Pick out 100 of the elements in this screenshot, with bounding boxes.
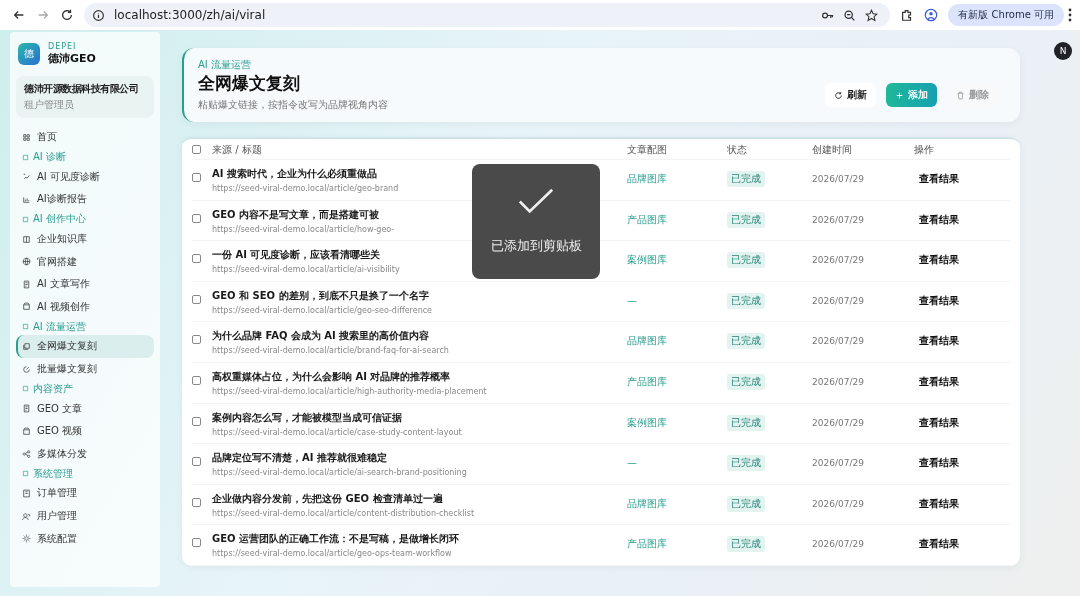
user-avatar[interactable]: N bbox=[1054, 42, 1072, 60]
document-icon bbox=[22, 404, 31, 414]
book-icon bbox=[22, 234, 31, 244]
row-checkbox[interactable] bbox=[192, 375, 201, 385]
zoom-icon[interactable] bbox=[843, 8, 857, 22]
status-badge: 已完成 bbox=[727, 373, 765, 390]
article-title: 品牌定位写不清楚，AI 推荐就很难稳定 bbox=[212, 451, 388, 466]
copy-icon bbox=[22, 341, 31, 351]
image-source-tag: — bbox=[627, 457, 637, 469]
status-badge: 已完成 bbox=[727, 536, 765, 553]
sidebar-item[interactable]: AI 视频创作 bbox=[16, 295, 154, 319]
brand-caption: DEPEI bbox=[48, 42, 78, 51]
column-header: 来源 / 标题 bbox=[212, 143, 263, 157]
sidebar-item[interactable]: AI诊断报告 bbox=[16, 188, 154, 211]
created-date: 2026/07/29 bbox=[812, 295, 864, 306]
article-title: AI 搜索时代，企业为什么必须重做品 bbox=[212, 167, 378, 181]
row-checkbox[interactable] bbox=[192, 294, 201, 304]
profile-icon[interactable] bbox=[924, 8, 939, 22]
plus-icon bbox=[895, 90, 904, 100]
sidebar-item[interactable]: 用户管理 bbox=[16, 504, 154, 528]
article-title: 一份 AI 可见度诊断，应该看清哪些关 bbox=[212, 248, 382, 263]
image-source-tag: 产品图库 bbox=[627, 212, 667, 227]
forward-icon[interactable] bbox=[36, 8, 50, 22]
sidebar-item[interactable]: AI 可见度诊断 bbox=[16, 165, 154, 189]
status-badge: 已完成 bbox=[727, 333, 765, 350]
row-checkbox[interactable] bbox=[192, 335, 201, 345]
update-button[interactable]: 有新版 Chrome 可用 bbox=[948, 4, 1064, 26]
article-title: GEO 和 SEO 的差别，到底不只是换了一个名字 bbox=[212, 288, 430, 303]
document-icon bbox=[22, 279, 31, 289]
sidebar-item[interactable]: 首页 bbox=[16, 126, 154, 149]
article-url: https://seed-viral-demo.local/article/ai-visibility bbox=[212, 265, 401, 275]
trash-icon bbox=[956, 90, 965, 100]
image-source-tag: 案例图库 bbox=[627, 253, 667, 268]
column-header: 操作 bbox=[914, 143, 935, 157]
column-header: 文章配图 bbox=[627, 143, 668, 157]
check-icon bbox=[518, 188, 554, 215]
created-date: 2026/07/29 bbox=[812, 214, 864, 225]
article-title: 企业做内容分发前，先把这份 GEO 检查清单过一遍 bbox=[212, 491, 444, 506]
row-checkbox[interactable] bbox=[192, 538, 201, 548]
sidebar-item[interactable]: 官网搭建 bbox=[16, 250, 154, 273]
row-checkbox[interactable] bbox=[192, 173, 201, 182]
section-icon bbox=[22, 153, 29, 161]
created-date: 2026/07/29 bbox=[812, 458, 864, 469]
article-url: https://seed-viral-demo.local/article/geo-seo-difference bbox=[212, 305, 434, 315]
grid-icon bbox=[22, 132, 31, 142]
refresh-button[interactable]: 刷新 bbox=[825, 83, 876, 107]
globe-icon bbox=[22, 257, 31, 267]
section-heading: 系统管理 bbox=[33, 466, 73, 481]
row-checkbox[interactable] bbox=[192, 213, 201, 223]
article-url: https://seed-viral-demo.local/article/geo-ops-team-workflow bbox=[212, 549, 453, 559]
sidebar-item[interactable]: 系统配置 bbox=[16, 527, 154, 550]
section-icon bbox=[22, 385, 29, 393]
status-badge: 已完成 bbox=[727, 455, 765, 472]
share-icon bbox=[22, 449, 31, 459]
sidebar-item[interactable]: GEO 文章 bbox=[16, 397, 154, 420]
back-icon[interactable] bbox=[12, 8, 26, 22]
page-eyebrow: AI 流量运营 bbox=[198, 58, 252, 72]
logo-tile: 德 bbox=[18, 43, 40, 65]
company-name: 德沛开源数据科技有限公司 bbox=[24, 82, 139, 96]
brand-name: 德沛GEO bbox=[48, 51, 96, 66]
menu-icon[interactable] bbox=[1068, 8, 1072, 22]
refresh-icon bbox=[834, 90, 843, 100]
info-icon[interactable] bbox=[92, 8, 105, 22]
created-date: 2026/07/29 bbox=[812, 376, 864, 387]
select-all-checkbox[interactable] bbox=[192, 145, 201, 154]
sidebar-item[interactable]: 全网爆文复刻 bbox=[16, 335, 154, 358]
sidebar-item[interactable]: AI 文章写作 bbox=[16, 272, 154, 296]
section-heading: AI 流量运营 bbox=[33, 319, 86, 334]
created-date: 2026/07/29 bbox=[812, 174, 864, 184]
sidebar-item[interactable]: GEO 视频 bbox=[16, 419, 154, 443]
section-heading: 内容资产 bbox=[33, 381, 73, 396]
reload-icon[interactable] bbox=[60, 8, 74, 22]
clipboard-icon bbox=[22, 488, 31, 498]
star-icon[interactable] bbox=[865, 8, 879, 22]
article-url: https://seed-viral-demo.local/article/brand-faq-for-ai-search bbox=[212, 346, 450, 356]
status-badge: 已完成 bbox=[727, 495, 765, 512]
url-text: localhost:3000/zh/ai/viral bbox=[114, 8, 266, 22]
row-checkbox[interactable] bbox=[192, 457, 201, 467]
image-source-tag: 案例图库 bbox=[627, 415, 667, 430]
article-url: https://seed-viral-demo.local/article/how-geo- bbox=[212, 224, 396, 234]
image-source-tag: 产品图库 bbox=[627, 374, 667, 389]
sidebar-item[interactable]: 企业知识库 bbox=[16, 227, 154, 251]
column-header: 状态 bbox=[727, 143, 748, 157]
section-icon bbox=[22, 323, 29, 331]
sidebar-item[interactable]: 订单管理 bbox=[16, 482, 154, 505]
image-source-tag: 品牌图库 bbox=[627, 172, 667, 186]
created-date: 2026/07/29 bbox=[812, 336, 864, 347]
section-icon bbox=[22, 215, 29, 223]
created-date: 2026/07/29 bbox=[812, 539, 864, 550]
row-checkbox[interactable] bbox=[192, 254, 201, 264]
address-bar[interactable]: localhost:3000/zh/ai/viral bbox=[84, 3, 891, 27]
row-checkbox[interactable] bbox=[192, 497, 201, 507]
status-badge: 已完成 bbox=[727, 252, 765, 269]
status-badge: 已完成 bbox=[727, 171, 765, 187]
sidebar-item[interactable]: 多媒体分发 bbox=[16, 442, 154, 466]
sidebar-item[interactable]: 批量爆文复刻 bbox=[16, 357, 154, 381]
row-checkbox[interactable] bbox=[192, 416, 201, 426]
section-heading: AI 诊断 bbox=[33, 150, 66, 165]
article-title: 高权重媒体占位，为什么会影响 AI 对品牌的推荐概率 bbox=[212, 369, 452, 384]
user-role: 租户管理员 bbox=[24, 98, 75, 112]
